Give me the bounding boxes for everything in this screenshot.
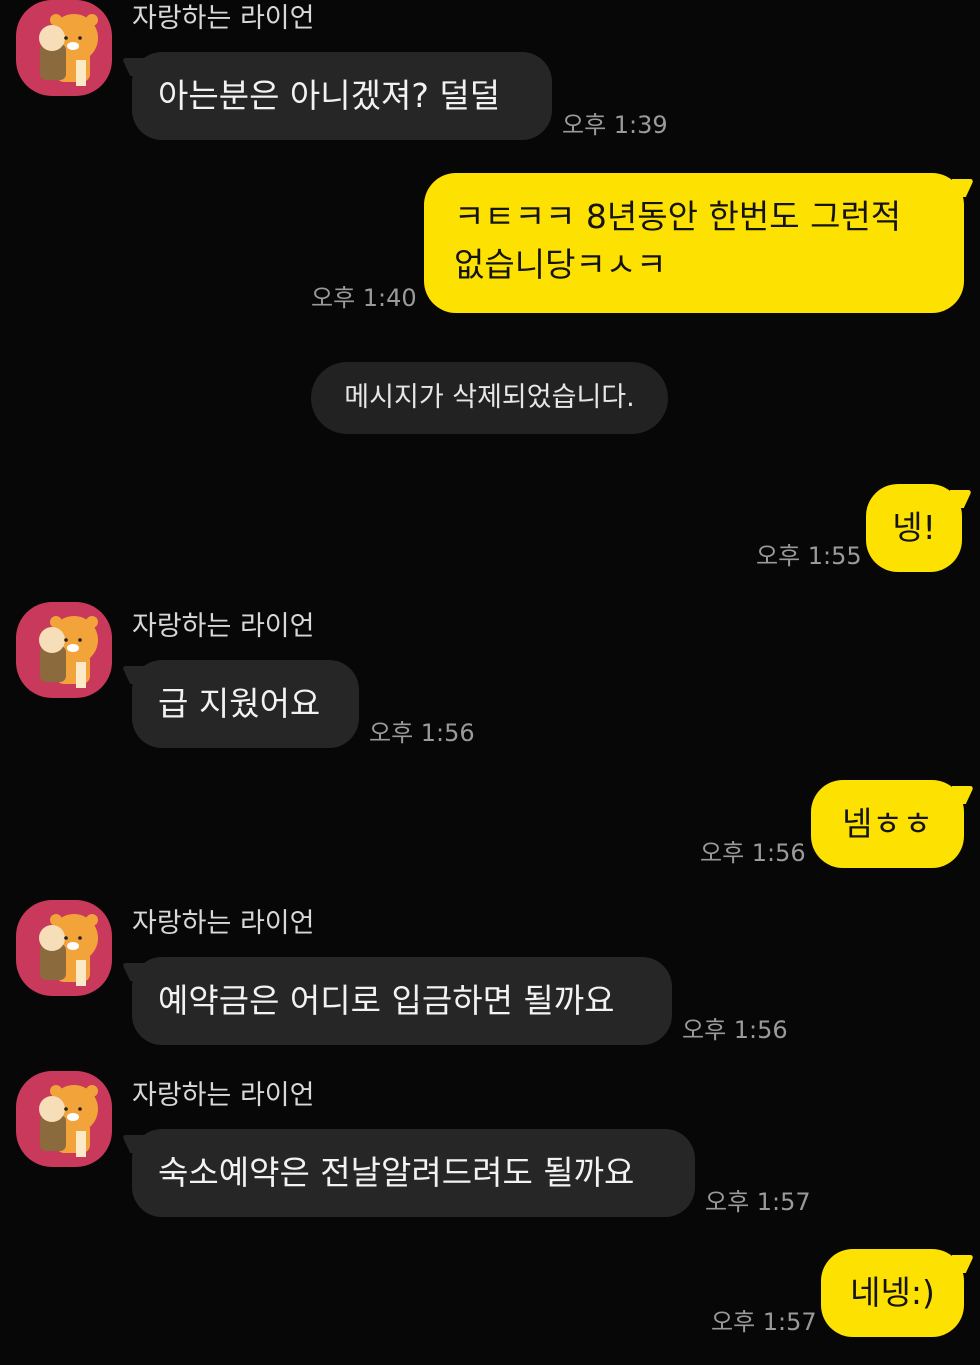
- deleted-message-notice: 메시지가 삭제되었습니다.: [311, 362, 668, 434]
- message-line: 없습니당ㅋㅅㅋ: [454, 245, 667, 284]
- message-timestamp: 오후 1:40: [311, 284, 417, 312]
- message-timestamp: 오후 1:55: [756, 542, 862, 570]
- sender-avatar[interactable]: [16, 0, 112, 96]
- outgoing-message-bubble[interactable]: 넴ㅎㅎ: [811, 780, 964, 868]
- chat-room[interactable]: 자랑하는 라이언 아는분은 아니겠져? 덜덜 오후 1:39 ㅋㅌㅋㅋ 8년동안…: [0, 0, 980, 1365]
- sender-avatar[interactable]: [16, 900, 112, 996]
- message-line: ㅋㅌㅋㅋ 8년동안 한번도 그런적: [454, 197, 902, 236]
- message-timestamp: 오후 1:56: [682, 1016, 788, 1044]
- ryan-character-icon: [39, 616, 98, 688]
- sender-name: 자랑하는 라이언: [132, 611, 315, 642]
- outgoing-message-bubble[interactable]: ㅋㅌㅋㅋ 8년동안 한번도 그런적 없습니당ㅋㅅㅋ: [424, 173, 964, 313]
- incoming-message-bubble[interactable]: 예약금은 어디로 입금하면 될까요: [132, 957, 672, 1045]
- outgoing-message-bubble[interactable]: 네넹:): [821, 1249, 964, 1337]
- sender-name: 자랑하는 라이언: [132, 1080, 315, 1111]
- incoming-message-bubble[interactable]: 아는분은 아니겠져? 덜덜: [132, 52, 552, 140]
- incoming-message-bubble[interactable]: 급 지웠어요: [132, 660, 359, 748]
- outgoing-message-bubble[interactable]: 넹!: [866, 484, 962, 572]
- ryan-character-icon: [39, 914, 98, 986]
- sender-name: 자랑하는 라이언: [132, 908, 315, 939]
- message-timestamp: 오후 1:56: [369, 719, 475, 747]
- incoming-message-bubble[interactable]: 숙소예약은 전날알려드려도 될까요: [132, 1129, 695, 1217]
- sender-avatar[interactable]: [16, 1071, 112, 1167]
- message-timestamp: 오후 1:56: [700, 839, 806, 867]
- ryan-character-icon: [39, 1085, 98, 1157]
- message-timestamp: 오후 1:57: [705, 1188, 811, 1216]
- sender-name: 자랑하는 라이언: [132, 3, 315, 34]
- ryan-character-icon: [39, 14, 98, 86]
- message-timestamp: 오후 1:39: [562, 111, 668, 139]
- message-timestamp: 오후 1:57: [711, 1308, 817, 1336]
- sender-avatar[interactable]: [16, 602, 112, 698]
